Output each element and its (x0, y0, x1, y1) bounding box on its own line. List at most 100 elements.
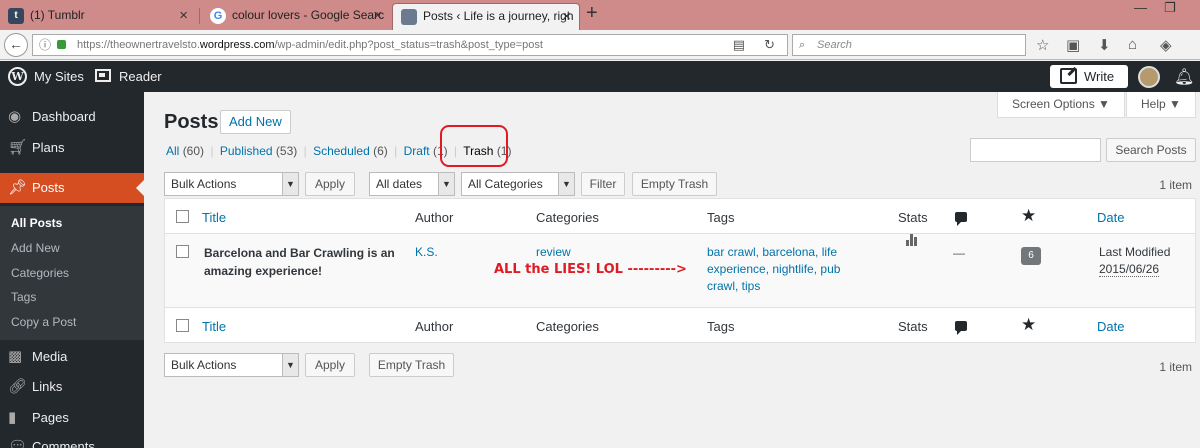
media-icon: ▩ (8, 348, 23, 365)
browser-tab-posts[interactable]: Posts ‹ Life is a journey, righ × (392, 3, 580, 30)
back-button[interactable]: ← (4, 33, 28, 57)
url-path: /wp-admin/edit.php?post_status=trash&pos… (274, 39, 543, 51)
submenu-add-new[interactable]: Add New (11, 241, 60, 255)
submenu-tags[interactable]: Tags (11, 290, 36, 304)
post-author-link[interactable]: K.S. (415, 244, 438, 261)
restore-icon[interactable]: ❐ (1164, 0, 1176, 16)
separator: | (210, 144, 214, 158)
view-published-link[interactable]: Published (220, 144, 273, 158)
notifications-icon[interactable]: 🔔︎ (1174, 67, 1194, 87)
column-stats: Stats (898, 210, 928, 225)
sidebar-item-pages[interactable]: ▮ Pages (0, 403, 144, 433)
google-icon: G (210, 8, 226, 24)
chevron-down-icon: ▼ (282, 173, 298, 195)
close-icon[interactable]: × (179, 3, 188, 28)
my-sites-link[interactable]: My Sites (34, 69, 84, 84)
row-checkbox[interactable] (176, 245, 189, 258)
submenu-categories[interactable]: Categories (11, 266, 69, 280)
table-footer-row: Title Author Categories Tags Stats ★ Dat… (164, 307, 1196, 343)
reader-view-icon[interactable]: ▤ (733, 35, 745, 55)
download-icon[interactable]: ⬇ (1098, 36, 1111, 54)
info-icon[interactable]: ⓘ (39, 35, 51, 55)
column-stats: Stats (898, 319, 928, 334)
apply-button-bottom[interactable]: Apply (305, 353, 355, 377)
view-count: (6) (373, 144, 388, 158)
bookmarks-list-icon[interactable]: ▣ (1066, 36, 1080, 54)
submenu-all-posts[interactable]: All Posts (11, 216, 62, 230)
reader-icon[interactable] (95, 69, 111, 82)
search-posts-input[interactable] (970, 138, 1101, 162)
add-new-button[interactable]: Add New (220, 110, 291, 134)
sidebar-item-label: Pages (32, 410, 69, 425)
tumblr-icon: t (8, 8, 24, 24)
sidebar-item-links[interactable]: 🔗︎ Links (0, 372, 144, 402)
view-draft-link[interactable]: Draft (404, 144, 430, 158)
select-value: All dates (376, 177, 423, 191)
screen-options-button[interactable]: Screen Options ▼ (997, 92, 1125, 118)
column-date[interactable]: Date (1097, 210, 1124, 225)
view-all-link[interactable]: All (166, 144, 179, 158)
select-all-checkbox[interactable] (176, 319, 189, 332)
submenu-copy-post[interactable]: Copy a Post (11, 315, 76, 329)
column-categories: Categories (536, 210, 599, 225)
separator: | (394, 144, 398, 158)
view-count: (60) (182, 144, 205, 158)
column-title[interactable]: Title (202, 319, 226, 334)
sidebar-item-dashboard[interactable]: ◉ Dashboard (0, 102, 144, 132)
reader-link[interactable]: Reader (119, 69, 162, 84)
chevron-down-icon: ▼ (282, 354, 298, 376)
date-value: 2015/06/26 (1099, 262, 1160, 277)
page-title: Posts (164, 111, 219, 133)
browser-tab-tumblr[interactable]: t (1) Tumblr × (0, 3, 196, 30)
filter-button[interactable]: Filter (581, 172, 625, 196)
help-button[interactable]: Help ▼ (1126, 92, 1196, 118)
main-content: Screen Options ▼ Help ▼ Posts Add New Al… (144, 92, 1200, 448)
select-all-checkbox[interactable] (176, 210, 189, 223)
post-category-link[interactable]: review (536, 244, 571, 261)
post-tags-links[interactable]: bar crawl, barcelona, life experience, n… (707, 244, 857, 295)
sidebar-item-label: Links (32, 379, 63, 394)
comment-bubble-icon (955, 212, 967, 226)
star-icon: ★ (1021, 206, 1037, 225)
bookmark-star-icon[interactable]: ☆ (1036, 36, 1049, 54)
empty-trash-button-bottom[interactable]: Empty Trash (369, 353, 454, 377)
sidebar-item-posts[interactable]: 📌︎ Posts (0, 173, 144, 203)
post-title[interactable]: Barcelona and Bar Crawling is an amazing… (204, 244, 404, 280)
search-icon: ⌕ (799, 39, 806, 51)
bulk-actions-select-bottom[interactable]: Bulk Actions ▼ (164, 353, 299, 377)
reload-icon[interactable]: ↻ (764, 35, 775, 55)
comments-icon: 💬︎ (8, 438, 28, 448)
pocket-icon[interactable]: ◈ (1160, 36, 1172, 54)
wordpress-logo-icon[interactable]: W (8, 67, 27, 86)
column-date[interactable]: Date (1097, 319, 1124, 334)
likes-count-badge: 6 (1021, 247, 1041, 265)
address-bar[interactable]: ⓘ https://theownertravelsto.wordpress.co… (32, 34, 788, 56)
sidebar-item-plans[interactable]: 🛒︎ Plans (0, 133, 144, 163)
minimize-icon[interactable]: — (1134, 0, 1147, 15)
close-icon[interactable]: × (373, 3, 382, 28)
sidebar-item-comments[interactable]: 💬︎ Comments (0, 432, 144, 448)
column-title[interactable]: Title (202, 210, 226, 225)
admin-bar: W My Sites Reader Write 🔔︎ (0, 61, 1200, 92)
sidebar-item-media[interactable]: ▩ Media (0, 342, 144, 372)
admin-sidebar: ◉ Dashboard 🛒︎ Plans 📌︎ Posts All Posts … (0, 92, 144, 448)
home-icon[interactable]: ⌂ (1128, 36, 1137, 53)
browser-tab-google[interactable]: G colour lovers - Google Searc × (202, 3, 390, 30)
browser-tab-label: Posts ‹ Life is a journey, righ (423, 9, 574, 23)
date-status: Last Modified (1099, 245, 1171, 259)
posts-submenu: All Posts Add New Categories Tags Copy a… (0, 206, 144, 340)
apply-button[interactable]: Apply (305, 172, 355, 196)
close-icon[interactable]: × (562, 4, 571, 29)
sidebar-item-label: Dashboard (32, 109, 96, 124)
categories-filter-select[interactable]: All Categories ▼ (461, 172, 575, 196)
browser-search-input[interactable]: ⌕ Search (792, 34, 1026, 56)
dates-filter-select[interactable]: All dates ▼ (369, 172, 455, 196)
new-tab-button[interactable]: + (586, 2, 598, 25)
search-posts-button[interactable]: Search Posts (1106, 138, 1196, 162)
empty-trash-button[interactable]: Empty Trash (632, 172, 717, 196)
bulk-actions-select[interactable]: Bulk Actions ▼ (164, 172, 299, 196)
browser-tab-label: (1) Tumblr (30, 8, 85, 22)
avatar[interactable] (1138, 66, 1160, 88)
write-button[interactable]: Write (1050, 65, 1128, 88)
view-scheduled-link[interactable]: Scheduled (313, 144, 370, 158)
